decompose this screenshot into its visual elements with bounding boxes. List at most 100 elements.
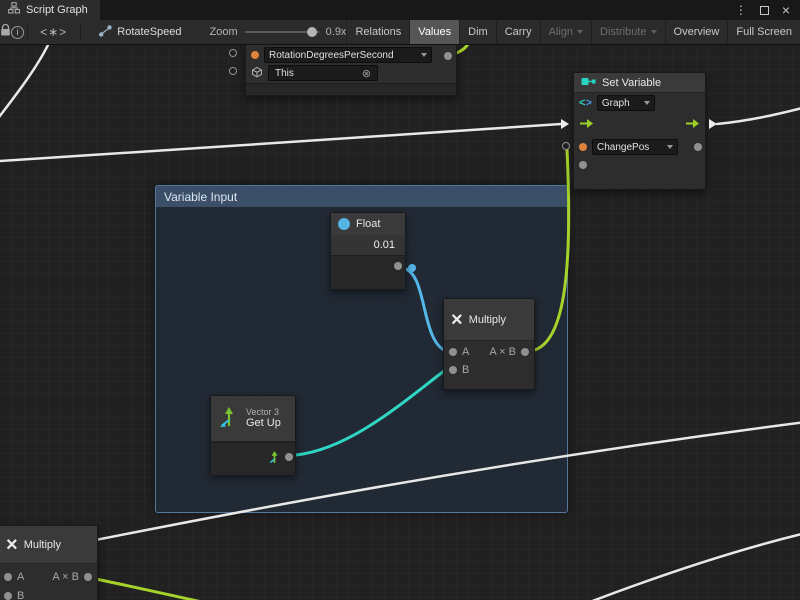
value-output-port[interactable] [285,453,293,461]
node-object-variable[interactable]: RotationDegreesPerSecond This ⊗ [245,45,457,96]
flow-in-connector[interactable] [561,119,569,129]
relations-button[interactable]: Relations [346,20,409,45]
align-button[interactable]: Align [540,20,591,45]
target-input-port[interactable] [229,67,237,75]
graph-canvas[interactable]: Variable Input RotationDegreesPerSecond [0,45,800,600]
chevron-down-icon [644,101,650,105]
input-port-a[interactable] [449,348,457,356]
unity-script-graph-window: Script Graph ⋮ × i <∗> RotateSpeed Zoom … [0,0,800,600]
title-bar: Script Graph ⋮ × [0,0,800,20]
chevron-down-icon [577,30,583,34]
flow-out-connector[interactable] [709,119,717,129]
chevron-down-icon [667,145,673,149]
values-button[interactable]: Values [409,20,459,45]
maximize-icon[interactable] [760,6,769,15]
variable-kind-dot [579,143,587,151]
node-footer [246,83,456,95]
node-title: Set Variable [602,77,661,89]
carry-button[interactable]: Carry [496,20,540,45]
target-field[interactable]: This ⊗ [268,65,378,81]
float-value-field[interactable]: 0.01 [374,239,395,251]
output-port[interactable] [84,573,92,581]
port-section [331,255,405,289]
graph-scope-icon: <> [579,97,592,109]
node-header[interactable]: Float [331,213,405,235]
info-icon: i [11,26,24,39]
window-menu-icon[interactable]: ⋮ [735,0,747,20]
port-section [211,442,295,475]
fullscreen-button[interactable]: Full Screen [727,20,800,45]
lock-icon [0,24,11,40]
value-input-port[interactable] [229,49,237,57]
zoom-control: Zoom 0.9x [210,26,347,38]
multiply-icon: × [451,310,463,330]
group-header[interactable]: Variable Input [156,186,567,207]
zoom-slider[interactable] [245,31,319,33]
distribute-button[interactable]: Distribute [591,20,664,45]
node-header[interactable]: Vector 3 Get Up [211,396,295,442]
zoom-label: Zoom [210,26,238,38]
node-vector3-get-up[interactable]: Vector 3 Get Up [210,395,296,475]
node-header[interactable]: Set Variable [574,73,705,93]
script-graph-window-icon [8,1,20,19]
info-button[interactable]: i [11,20,24,45]
group-title: Variable Input [164,190,237,204]
toolbar-buttons: Relations Values Dim Carry Align Distrib… [346,20,800,45]
node-title: Multiply [469,314,506,326]
node-title: Float [356,218,380,230]
variable-kind-dot [251,51,259,59]
node-header[interactable]: × Multiply [444,299,534,341]
node-type-label: Vector 3 [246,407,281,417]
window-controls: ⋮ × [735,0,800,20]
value-output-port[interactable] [394,262,402,270]
node-float[interactable]: Float 0.01 [330,212,406,290]
tab-script-graph[interactable]: Script Graph [0,0,100,20]
input-port-b[interactable] [449,366,457,374]
flow-input-arrow[interactable] [579,118,594,132]
node-set-variable[interactable]: Set Variable <> Graph ChangePos [573,72,706,190]
zoom-slider-handle[interactable] [307,27,317,37]
output-label: A × B [52,571,79,583]
port-label-a: A [17,571,24,583]
edit-graph-icon[interactable]: <∗> [30,25,77,39]
vector3-icon [218,406,240,431]
node-multiply-center[interactable]: × Multiply A A × B B [443,298,535,390]
script-graph-asset-icon [99,25,112,40]
graph-name-label: RotateSpeed [117,26,181,38]
node-title: Multiply [24,539,61,551]
scope-dropdown[interactable]: Graph [597,95,655,111]
float-type-icon [338,218,350,230]
wire-flow-bottom-right [582,533,800,600]
input-port-a[interactable] [4,573,12,581]
vector3-mini-icon [268,451,281,467]
lock-button[interactable] [0,20,11,45]
object-picker-icon[interactable]: ⊗ [362,67,371,80]
port-label-b: B [462,364,469,376]
graph-toolbar: i <∗> RotateSpeed Zoom 0.9x Relations Va… [0,20,800,45]
wire-flow-top-left [0,45,48,121]
dim-button[interactable]: Dim [459,20,496,45]
chevron-down-icon [651,30,657,34]
variable-name-dropdown[interactable]: ChangePos [592,139,678,155]
node-title: Get Up [246,417,281,430]
graph-name-group: RotateSpeed [99,25,181,40]
overview-button[interactable]: Overview [665,20,728,45]
node-multiply-bottom[interactable]: × Multiply A A × B B [0,525,98,600]
gameobject-cube-icon [251,66,263,81]
chevron-down-icon [421,53,427,57]
set-variable-icon [581,75,596,91]
variable-name-dropdown[interactable]: RotationDegreesPerSecond [264,47,432,63]
output-label: A × B [489,346,516,358]
close-icon[interactable]: × [782,0,790,20]
output-port[interactable] [521,348,529,356]
value-output-port[interactable] [444,52,452,60]
flow-output-arrow[interactable] [685,118,700,132]
value-port[interactable] [579,161,587,169]
input-port-b[interactable] [4,592,12,600]
node-header[interactable]: × Multiply [0,526,97,564]
value-output-port[interactable] [694,143,702,151]
multiply-icon: × [6,535,18,555]
port-label-a: A [462,346,469,358]
value-input-port[interactable] [562,142,570,150]
window-title: Script Graph [26,4,88,16]
